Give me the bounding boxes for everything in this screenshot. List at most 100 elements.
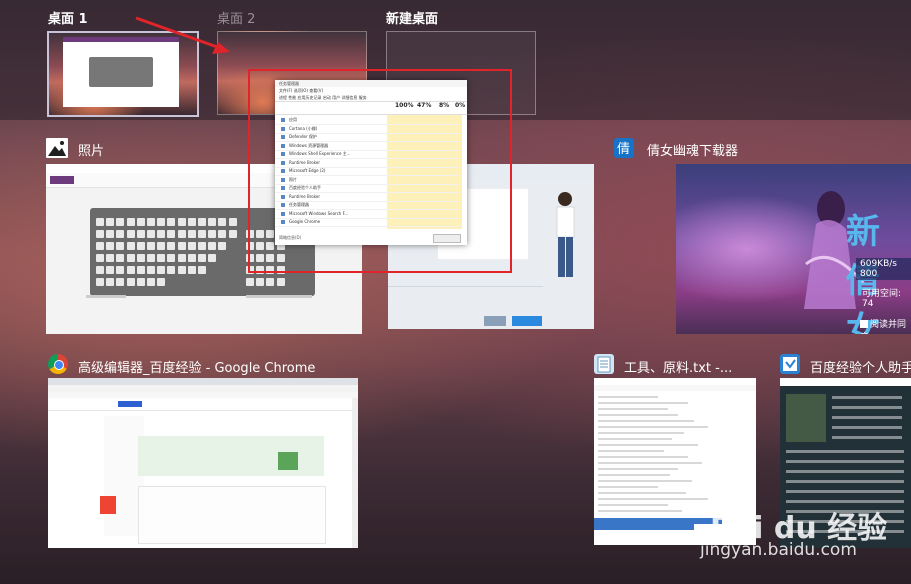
list-item[interactable]	[832, 406, 902, 409]
notepad-text-line	[598, 420, 694, 422]
list-item[interactable]	[832, 416, 902, 419]
keyboard-key	[136, 218, 145, 226]
chrome-icon-center	[54, 360, 64, 370]
keyboard-key	[136, 242, 145, 250]
keyboard-key	[157, 266, 166, 274]
keyboard-key	[96, 230, 104, 238]
qnyh-downloader-icon: 倩	[614, 138, 634, 158]
keyboard-key	[208, 242, 217, 250]
keyboard-key	[96, 278, 104, 286]
keyboard-key	[276, 278, 285, 286]
keyboard-key	[266, 278, 275, 286]
image-caption-left	[86, 295, 126, 298]
chrome-addressbar	[48, 385, 358, 392]
game-launcher-thumbnail[interactable]: 新倩女 609KB/s 800 可用空间: 74 阅读并同意	[676, 164, 911, 334]
chrome-window-title: 高级编辑器_百度经验 - Google Chrome	[78, 361, 316, 376]
keyboard-key	[198, 242, 206, 250]
arrow-icon	[135, 16, 230, 54]
keyboard-key	[167, 266, 176, 274]
photos-window-title: 照片	[78, 144, 105, 159]
close-button[interactable]	[484, 316, 506, 326]
keyboard-key	[157, 278, 166, 286]
keyboard-key	[167, 218, 176, 226]
keyboard-key	[116, 278, 125, 286]
notepad-text-line	[598, 456, 688, 458]
list-item[interactable]	[832, 396, 902, 399]
baidu-header	[48, 398, 358, 411]
keyboard-key	[106, 254, 115, 262]
baidu-helper-avatar	[786, 394, 826, 442]
keyboard-key	[187, 254, 196, 262]
desktop-1-label[interactable]: 桌面 1	[48, 8, 88, 27]
keyboard-key	[116, 254, 125, 262]
keyboard-key	[96, 242, 104, 250]
send-button[interactable]	[512, 316, 542, 326]
notepad-text-line	[598, 486, 658, 488]
notepad-text-line	[598, 462, 702, 464]
keyboard-key	[228, 230, 237, 238]
baidu-helper-icon	[780, 354, 800, 374]
keyboard-key	[147, 266, 155, 274]
keyboard-key	[147, 242, 155, 250]
list-item[interactable]	[832, 426, 902, 429]
watermark-url: jingyan.baidu.com	[700, 540, 857, 560]
keyboard-key	[116, 218, 125, 226]
keyboard-key	[147, 218, 155, 226]
keyboard-key	[167, 230, 176, 238]
keyboard-key	[126, 278, 135, 286]
notepad-text-line	[598, 480, 692, 482]
keyboard-key	[167, 242, 176, 250]
list-item[interactable]	[832, 436, 902, 439]
list-item[interactable]	[786, 480, 904, 483]
keyboard-key	[136, 278, 145, 286]
keyboard-key	[198, 266, 206, 274]
list-item[interactable]	[786, 470, 904, 473]
chrome-window-thumbnail[interactable]	[48, 378, 358, 548]
keyboard-key	[136, 230, 145, 238]
keyboard-key	[228, 218, 237, 226]
list-item[interactable]	[786, 450, 904, 453]
list-item[interactable]	[786, 490, 904, 493]
keyboard-key	[198, 218, 206, 226]
keyboard-key	[208, 230, 217, 238]
keyboard-key	[218, 218, 227, 226]
notepad-icon	[594, 354, 614, 374]
chrome-scrollbar[interactable]	[352, 398, 358, 548]
photos-app-button	[50, 176, 74, 184]
keyboard-key	[106, 242, 115, 250]
chrome-icon	[48, 354, 68, 374]
keyboard-key	[136, 254, 145, 262]
notepad-text-line	[598, 498, 708, 500]
available-space: 可用空间: 74	[862, 289, 902, 309]
keyboard-key	[157, 218, 166, 226]
keyboard-key	[208, 218, 217, 226]
baidu-logo	[118, 401, 142, 407]
keyboard-key	[208, 254, 217, 262]
checkbox-icon[interactable]	[860, 320, 868, 328]
keyboard-key	[187, 218, 196, 226]
keyboard-key	[187, 266, 196, 274]
keyboard-key	[126, 230, 135, 238]
keyboard-key	[147, 278, 155, 286]
download-speed: 609KB/s 800	[856, 258, 911, 280]
agree-checkbox[interactable]: 阅读并同意	[860, 317, 911, 334]
qq-divider	[388, 286, 543, 287]
editor-qr-badge	[278, 452, 298, 470]
keyboard-key	[157, 230, 166, 238]
keyboard-key	[177, 218, 186, 226]
keyboard-key	[96, 266, 104, 274]
new-desktop-label[interactable]: 新建桌面	[386, 8, 438, 27]
list-item[interactable]	[786, 460, 904, 463]
notepad-window-title: 工具、原料.txt -...	[624, 361, 733, 376]
editor-content-box	[138, 486, 326, 544]
notepad-text-line	[598, 438, 672, 440]
notepad-text-line	[598, 396, 658, 398]
keyboard-key	[126, 266, 135, 274]
qnyh-downloader-window-title: 倩女幽魂下载器	[647, 144, 739, 159]
keyboard-key	[126, 242, 135, 250]
keyboard-key	[126, 254, 135, 262]
avatar	[553, 189, 578, 284]
keyboard-key	[106, 230, 115, 238]
baidu-helper-window-title: 百度经验个人助手	[810, 361, 911, 376]
highlight-rectangle	[248, 69, 512, 273]
